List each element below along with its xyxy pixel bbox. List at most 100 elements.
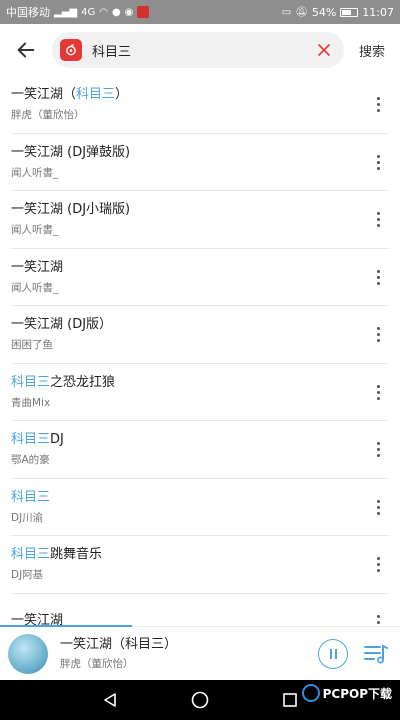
search-box[interactable] [52,32,344,68]
song-title: 一笑江湖 (DJ版） [11,316,361,334]
more-vertical-icon [376,212,380,216]
song-result-text: 科目三之恐龙扛狼青曲Mix [11,374,361,411]
watermark-text: PCPOP下载 [322,686,392,701]
network-type-label: 4G [81,6,96,18]
song-title: 科目三 [11,489,361,507]
song-result-text: 一笑江湖 (DJ弹鼓版) 闻人听書_ [11,144,361,181]
song-title-text: 一笑江湖 (DJ版） [11,317,113,333]
more-options-button[interactable] [370,438,386,462]
song-title: 一笑江湖 (DJ弹鼓版) [11,144,361,162]
search-button[interactable]: 搜索 [344,41,400,60]
pause-icon [329,648,332,659]
search-results-list: 一笑江湖（科目三） 胖虎（董欣怡） 一笑江湖 (DJ弹鼓版) 闻人听書_ 一笑江湖 (D… [0,76,400,651]
song-title-suffix: DJ [50,432,64,448]
more-options-button[interactable] [370,150,386,174]
back-button[interactable] [0,24,52,76]
song-result-text: 一笑江湖（科目三） 胖虎（董欣怡） [11,86,361,123]
more-vertical-icon [376,620,380,624]
song-artist: 鄂A的豪 [11,454,50,467]
song-result-text: 科目三 DJ川渝 [11,489,361,526]
more-options-button[interactable] [370,265,386,289]
triangle-back-icon [104,693,116,707]
hd-icon: ▭ [281,6,292,18]
more-vertical-icon [376,154,380,158]
more-vertical-icon [376,511,380,515]
more-vertical-icon [376,563,380,567]
song-title: 科目三跳舞音乐 [11,546,361,564]
song-result-row[interactable]: 一笑江湖 (DJ小瑞版) 闻人听書_ [0,191,400,249]
more-vertical-icon [376,499,380,503]
song-result-row[interactable]: 科目三跳舞音乐 DJ阿基 [0,536,400,594]
square-recent-icon [283,693,297,707]
song-artist: 闻人听書_ [11,224,59,237]
song-artist: 困困了鱼 [11,339,53,352]
now-playing-info[interactable]: 一笑江湖（科目三） 胖虎（董欣怡） [60,636,318,672]
more-vertical-icon [376,109,380,113]
more-options-button[interactable] [370,380,386,404]
status-bar: 中国移动 ▂▄▆ 4G ◠ ● ◉ ▭ 🔕︎ 54% 11:07 [0,0,400,24]
more-vertical-icon [376,390,380,394]
song-title-suffix: 之恐龙扛狼 [50,374,116,390]
more-vertical-icon [376,275,380,279]
song-title-highlight: 科目三 [11,374,51,390]
more-vertical-icon [376,218,380,222]
song-result-row[interactable]: 一笑江湖 闻人听書_ [0,249,400,306]
more-options-button[interactable] [370,323,386,347]
song-result-text: 一笑江湖 (DJ版） 困困了鱼 [11,316,361,353]
nav-back-button[interactable] [65,680,155,720]
more-vertical-icon [376,269,380,273]
more-vertical-icon [376,224,380,228]
battery-percent: 54% [311,5,337,19]
more-options-button[interactable] [370,553,386,577]
song-title-suffix: 跳舞音乐 [50,547,103,563]
now-playing-title: 一笑江湖（科目三） [60,636,178,652]
song-result-text: 科目三跳舞音乐 DJ阿基 [11,546,361,583]
more-options-button[interactable] [370,495,386,519]
playlist-button[interactable] [362,640,390,668]
song-title-text: 一笑江湖（ [11,87,77,103]
more-vertical-icon [376,103,380,107]
album-art[interactable] [8,633,48,674]
more-vertical-icon [376,396,380,400]
watermark: PCPOP下载 [301,684,392,702]
song-artist: 青曲Mix [11,396,51,409]
pause-button[interactable] [318,638,348,669]
clear-search-button[interactable] [314,40,334,60]
search-input[interactable] [92,42,314,58]
song-result-row[interactable]: 一笑江湖 (DJ弹鼓版) 闻人听書_ [0,134,400,191]
now-playing-bar[interactable]: 一笑江湖（科目三） 胖虎（董欣怡） [0,625,400,680]
song-title: 一笑江湖（科目三） [11,86,361,104]
more-options-button[interactable] [370,93,386,117]
more-vertical-icon [376,333,380,337]
close-icon [318,44,330,56]
playlist-icon [364,644,388,663]
song-result-text: 一笑江湖 (DJ小瑞版) 闻人听書_ [11,201,361,238]
more-vertical-icon [376,614,380,618]
song-artist: DJ川渝 [11,511,44,524]
song-title: 科目三DJ [11,431,361,449]
watermark-logo [301,684,320,702]
song-result-row[interactable]: 科目三 DJ川渝 [0,479,400,536]
song-title-highlight: 科目三 [11,489,51,505]
song-result-row[interactable]: 一笑江湖（科目三） 胖虎（董欣怡） [0,76,400,134]
song-result-row[interactable]: 一笑江湖 (DJ版） 困困了鱼 [0,306,400,364]
now-playing-artist: 胖虎（董欣怡） [60,657,134,670]
more-vertical-icon [376,448,380,452]
song-result-row[interactable]: 科目三之恐龙扛狼青曲Mix [0,364,400,421]
song-artist: DJ阿基 [11,569,44,582]
song-result-text: 一笑江湖 闻人听書_ [11,259,361,296]
song-title-highlight: 科目三 [11,547,51,563]
song-title-suffix: ） [115,87,129,103]
more-vertical-icon [376,327,380,331]
wifi-icon: ◠ [99,6,108,18]
more-vertical-icon [376,569,380,573]
more-vertical-icon [376,442,380,446]
more-vertical-icon [376,454,380,458]
arrow-left-icon [17,42,35,58]
song-title: 一笑江湖 (DJ小瑞版) [11,201,361,219]
pause-icon-bar [334,648,337,659]
more-options-button[interactable] [370,208,386,232]
song-title-text: 一笑江湖 [11,259,64,275]
nav-home-button[interactable] [155,680,245,720]
song-result-row[interactable]: 科目三DJ 鄂A的豪 [0,421,400,479]
